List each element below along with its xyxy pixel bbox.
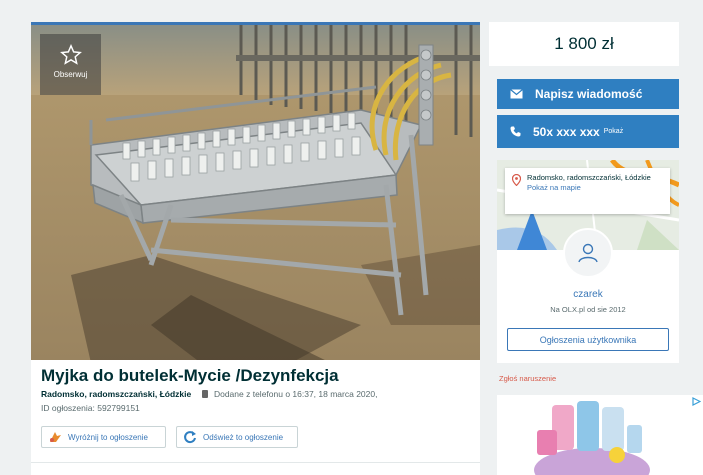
- envelope-icon: [510, 89, 523, 99]
- map-location-box: Radomsko, radomszczański, Łódzkie Pokaż …: [505, 168, 670, 214]
- mobile-icon: [201, 390, 208, 398]
- send-message-button[interactable]: Napisz wiadomość: [497, 79, 679, 109]
- ad-image: [497, 395, 703, 475]
- listing-added: Dodane z telefonu o 16:37, 18 marca 2020…: [213, 389, 378, 399]
- seller-username[interactable]: czarek: [497, 289, 679, 300]
- advertisement[interactable]: [497, 395, 703, 475]
- refresh-ad-button[interactable]: Odśwież to ogłoszenie: [176, 426, 298, 448]
- watch-button[interactable]: Obserwuj: [40, 34, 101, 95]
- listing-photo[interactable]: Obserwuj: [31, 22, 480, 360]
- listing-title: Myjka do butelek-Mycie /Dezynfekcja: [41, 366, 339, 385]
- seller-card: Radomsko, radomszczański, Łódzkie Pokaż …: [497, 160, 679, 363]
- phone-number: 50x xxx xxx: [533, 124, 600, 139]
- ad-choices-icon[interactable]: [692, 397, 701, 406]
- phone-button[interactable]: 50x xxx xxx Pokaż: [497, 115, 679, 148]
- watch-label: Obserwuj: [53, 70, 88, 79]
- user-icon: [578, 243, 598, 263]
- divider: [31, 462, 480, 463]
- listing-meta: Radomsko, radomszczański, Łódzkie Dodane…: [41, 389, 377, 399]
- phone-icon: [510, 126, 521, 137]
- refresh-ad-label: Odśwież to ogłoszenie: [203, 432, 284, 442]
- send-message-label: Napisz wiadomość: [535, 87, 643, 101]
- show-on-map-link[interactable]: Pokaż na mapie: [527, 183, 664, 192]
- star-icon: [59, 44, 82, 65]
- feature-ad-label: Wyróżnij to ogłoszenie: [68, 432, 148, 442]
- refresh-icon: [184, 431, 196, 444]
- report-link[interactable]: Zgłoś naruszenie: [499, 374, 556, 383]
- map-location-text: Radomsko, radomszczański, Łódzkie: [527, 173, 651, 182]
- listing-card: Obserwuj Myjka do butelek-Mycie /Dezynfe…: [31, 22, 480, 475]
- listing-location: Radomsko, radomszczański, Łódzkie: [41, 389, 192, 399]
- seller-member-since: Na OLX.pl od sie 2012: [550, 305, 626, 314]
- avatar[interactable]: [563, 228, 613, 278]
- feature-icon: [50, 432, 61, 442]
- show-phone-link[interactable]: Pokaż: [604, 128, 623, 135]
- feature-ad-button[interactable]: Wyróżnij to ogłoszenie: [41, 426, 166, 448]
- user-ads-button[interactable]: Ogłoszenia użytkownika: [507, 328, 669, 351]
- price: 1 800 zł: [489, 22, 679, 66]
- pin-icon: [512, 174, 521, 186]
- listing-id: ID ogłoszenia: 592799151: [41, 403, 140, 413]
